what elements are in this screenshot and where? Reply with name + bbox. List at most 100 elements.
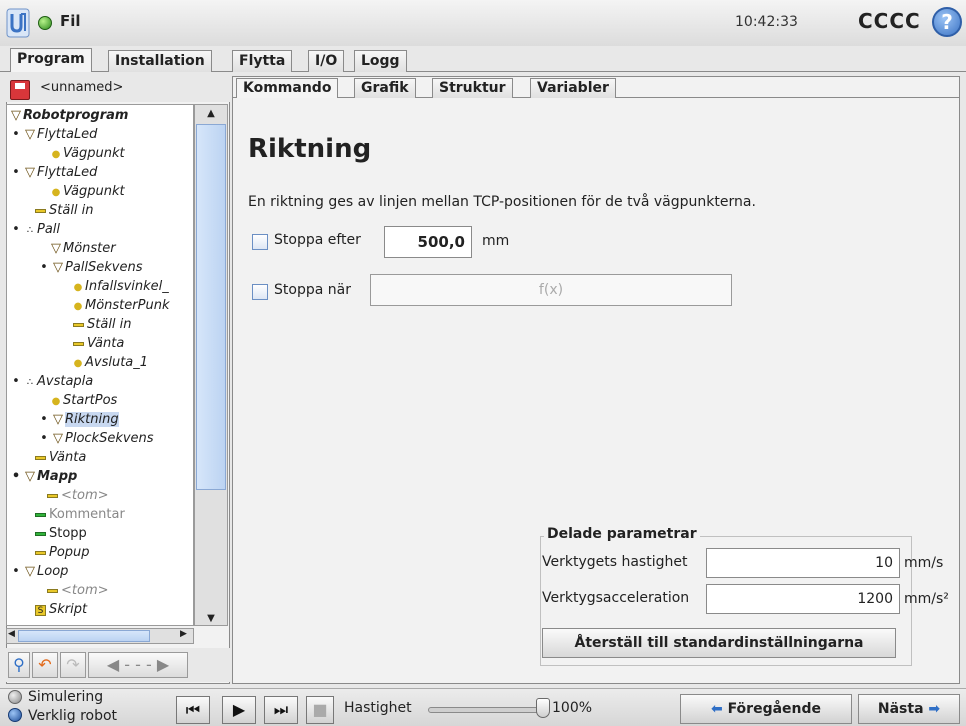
- tree-node-label: StartPos: [63, 393, 118, 408]
- tree-node[interactable]: • ▽ PlockSekvens: [37, 430, 153, 448]
- tree-node-label-selected: Riktning: [65, 412, 119, 427]
- wait-icon: [73, 341, 84, 346]
- tree-node[interactable]: ▽ Mönster: [49, 240, 116, 258]
- tool-accel-label: Verktygsacceleration: [542, 590, 690, 606]
- tree-node[interactable]: • ▽ Mapp: [9, 468, 77, 486]
- rewind-icon[interactable]: ⏮: [176, 696, 210, 724]
- robot-status-icon: [38, 16, 52, 30]
- tree-node-label: Vänta: [49, 450, 87, 465]
- scroll-down-icon[interactable]: ▼: [196, 612, 226, 626]
- tree-node[interactable]: Stopp: [35, 525, 87, 543]
- tab-log[interactable]: Logg: [354, 50, 407, 72]
- tree-node[interactable]: ● Infallsvinkel_: [71, 278, 169, 296]
- next-button[interactable]: Nästa ➡: [858, 694, 960, 724]
- tree-node[interactable]: ● Vägpunkt: [49, 183, 125, 201]
- tab-command[interactable]: Kommando: [236, 78, 339, 98]
- tree-node-label: <tom>: [61, 583, 109, 598]
- real-robot-radio[interactable]: [8, 708, 22, 722]
- undo-icon[interactable]: ↶: [32, 652, 58, 678]
- top-bar: [0, 0, 966, 46]
- step-icon[interactable]: ⏭: [264, 696, 298, 724]
- tool-accel-input[interactable]: 1200: [706, 584, 900, 614]
- tool-accel-unit: mm/s²: [904, 591, 949, 607]
- tree-node[interactable]: • ▽ FlyttaLed: [9, 164, 97, 182]
- move-node-icon[interactable]: ◀ - - - ▶: [88, 652, 188, 678]
- empty-icon: [47, 588, 58, 593]
- tree-node-label: FlyttaLed: [37, 127, 98, 142]
- tool-speed-input[interactable]: 10: [706, 548, 900, 578]
- tree-node-label: Popup: [49, 545, 90, 560]
- tree-node[interactable]: ▽ Robotprogram: [9, 107, 128, 125]
- file-menu[interactable]: Fil: [60, 12, 81, 30]
- scroll-left-icon[interactable]: ◀: [8, 629, 15, 639]
- tree-node-label: MönsterPunk: [85, 298, 170, 313]
- tree-node-label: Loop: [37, 564, 69, 579]
- stop-after-input[interactable]: 500,0: [384, 226, 472, 258]
- tree-node[interactable]: ● Avsluta_1: [71, 354, 148, 372]
- tree-node[interactable]: ● Vägpunkt: [49, 145, 125, 163]
- tree-node-label: Infallsvinkel_: [85, 279, 169, 294]
- tree-node-label: Pall: [37, 222, 61, 237]
- tree-node[interactable]: ● StartPos: [49, 392, 118, 410]
- tree-node-label: Vänta: [87, 336, 125, 351]
- help-icon[interactable]: ?: [932, 7, 962, 37]
- tree-node[interactable]: • ∴ Pall: [9, 221, 60, 239]
- stop-icon: [35, 531, 46, 536]
- stop-after-checkbox[interactable]: [252, 234, 268, 250]
- tree-hscroll-thumb[interactable]: [18, 630, 150, 642]
- play-icon[interactable]: ▶: [222, 696, 256, 724]
- tab-variables[interactable]: Variabler: [530, 78, 616, 98]
- tree-node-label: Stopp: [49, 526, 87, 541]
- tree-node-label: PallSekvens: [65, 260, 143, 275]
- tree-node-label: <tom>: [61, 488, 109, 503]
- tree-node-label: Vägpunkt: [63, 146, 125, 161]
- previous-button[interactable]: ⬅ Föregående: [680, 694, 852, 724]
- stop-when-checkbox[interactable]: [252, 284, 268, 300]
- tab-structure[interactable]: Struktur: [432, 78, 513, 98]
- tree-node[interactable]: Ställ in: [73, 316, 132, 334]
- program-filename: <unnamed>: [40, 80, 124, 95]
- expression-field[interactable]: f(x): [370, 274, 732, 306]
- script-icon: S: [35, 605, 46, 616]
- simulation-radio[interactable]: [8, 690, 22, 704]
- tree-node-label: Skript: [49, 602, 88, 617]
- tree-node[interactable]: • ∴ Avstapla: [9, 373, 93, 391]
- comment-icon: [35, 512, 46, 517]
- tree-node[interactable]: • ▽ Riktning: [37, 411, 119, 429]
- tab-program[interactable]: Program: [10, 48, 92, 72]
- speed-slider-track[interactable]: [428, 707, 540, 713]
- program-tree: ▽ Robotprogram • ▽ FlyttaLed ● Vägpunkt • ▽ Fl…: [6, 104, 194, 626]
- tab-move[interactable]: Flytta: [232, 50, 293, 72]
- scroll-right-icon[interactable]: ▶: [180, 629, 187, 639]
- wait-icon: [35, 455, 46, 460]
- tree-node-label: Mönster: [63, 241, 116, 256]
- tree-node[interactable]: Kommentar: [35, 506, 125, 524]
- tree-node-label: FlyttaLed: [37, 165, 98, 180]
- scroll-up-icon[interactable]: ▲: [196, 106, 226, 122]
- tree-node[interactable]: • ▽ FlyttaLed: [9, 126, 97, 144]
- speed-slider-thumb[interactable]: [536, 698, 550, 718]
- tree-node[interactable]: S Skript: [35, 601, 87, 619]
- stop-icon[interactable]: ■: [306, 696, 334, 724]
- tree-node[interactable]: Vänta: [73, 335, 124, 353]
- tree-node-label: Avsluta_1: [85, 355, 149, 370]
- tree-node[interactable]: <tom>: [47, 487, 109, 505]
- search-icon[interactable]: ⚲: [8, 652, 30, 678]
- tree-scroll-thumb[interactable]: [196, 124, 226, 490]
- tree-node[interactable]: Ställ in: [35, 202, 94, 220]
- tree-node[interactable]: Vänta: [35, 449, 86, 467]
- tree-node[interactable]: • ▽ PallSekvens: [37, 259, 143, 277]
- empty-icon: [47, 493, 58, 498]
- tab-io[interactable]: I/O: [308, 50, 345, 72]
- tree-node[interactable]: ● MönsterPunk: [71, 297, 170, 315]
- reset-defaults-button[interactable]: Återställ till standardinställningarna: [542, 628, 896, 658]
- tree-node[interactable]: <tom>: [47, 582, 109, 600]
- tree-node-label: Ställ in: [49, 203, 94, 218]
- tree-node[interactable]: Popup: [35, 544, 90, 562]
- redo-icon[interactable]: ↷: [60, 652, 86, 678]
- tree-node[interactable]: • ▽ Loop: [9, 563, 68, 581]
- save-icon[interactable]: [10, 80, 30, 100]
- tab-installation[interactable]: Installation: [108, 50, 212, 72]
- tab-graphics[interactable]: Grafik: [354, 78, 416, 98]
- tree-node-label: Robotprogram: [23, 108, 129, 123]
